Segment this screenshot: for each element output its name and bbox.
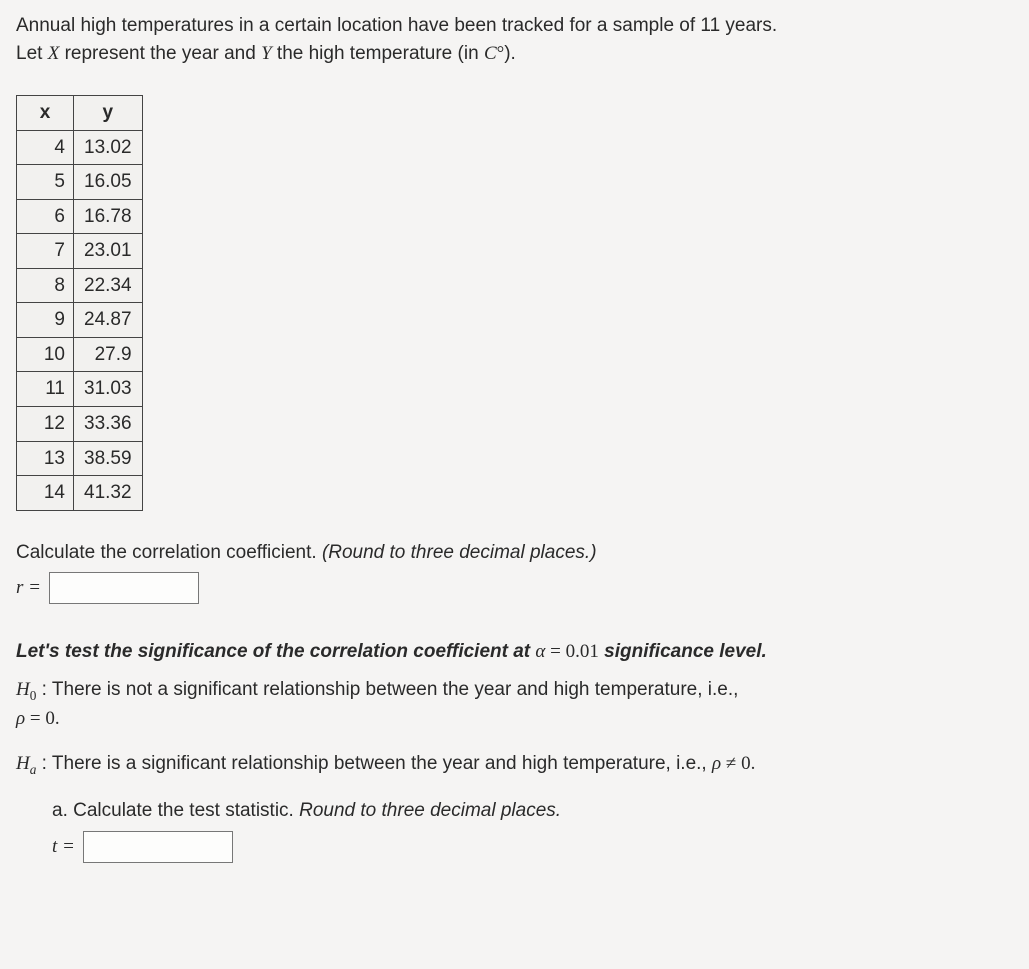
- part-a-label: a. Calculate the test statistic.: [52, 800, 299, 821]
- cell-x: 7: [17, 234, 74, 269]
- table-body: 413.02516.05616.78723.01822.34924.871027…: [17, 130, 143, 510]
- cell-x: 11: [17, 372, 74, 407]
- table-header-row: x y: [17, 96, 143, 131]
- alt-hypothesis: Ha : There is a significant relationship…: [16, 750, 1013, 779]
- cell-y: 41.32: [74, 476, 143, 511]
- correlation-prompt: Calculate the correlation coefficient. (…: [16, 539, 1013, 567]
- null-hypothesis: H0 : There is not a significant relation…: [16, 676, 1013, 733]
- h0-text: There is not a significant relationship …: [52, 679, 739, 700]
- corr-prompt-note: (Round to three decimal places.): [322, 542, 597, 563]
- cell-x: 8: [17, 268, 74, 303]
- col-header-y: y: [74, 96, 143, 131]
- col-header-x: x: [17, 96, 74, 131]
- significance-lead: Let's test the significance of the corre…: [16, 638, 1013, 666]
- corr-var: r =: [16, 574, 41, 602]
- var-y: Y: [261, 43, 272, 64]
- table-row: 1027.9: [17, 337, 143, 372]
- table-row: 822.34: [17, 268, 143, 303]
- part-a-prompt: a. Calculate the test statistic. Round t…: [52, 797, 1013, 825]
- cell-y: 16.05: [74, 165, 143, 200]
- cell-x: 9: [17, 303, 74, 338]
- h0-val: 0.: [45, 708, 59, 729]
- corr-prompt-text: Calculate the correlation coefficient.: [16, 542, 322, 563]
- t-statistic-input[interactable]: [83, 831, 233, 863]
- sig-lead-a: Let's test the significance of the corre…: [16, 641, 535, 662]
- correlation-answer-row: r =: [16, 572, 1013, 604]
- intro-line2-d: ).: [504, 43, 516, 64]
- h0-rho: ρ: [16, 708, 25, 729]
- h0-colon: :: [36, 679, 52, 700]
- cell-y: 27.9: [74, 337, 143, 372]
- cell-y: 24.87: [74, 303, 143, 338]
- table-row: 924.87: [17, 303, 143, 338]
- t-var: t =: [52, 833, 75, 861]
- cell-y: 31.03: [74, 372, 143, 407]
- table-row: 413.02: [17, 130, 143, 165]
- unit-c: C: [484, 43, 497, 64]
- table-row: 616.78: [17, 199, 143, 234]
- t-eq: =: [57, 836, 75, 857]
- sig-val: 0.01: [566, 641, 599, 662]
- corr-eq: =: [23, 577, 41, 598]
- table-row: 516.05: [17, 165, 143, 200]
- h0-eq: =: [25, 708, 45, 729]
- sig-eq: =: [545, 641, 565, 662]
- intro-line2-b: represent the year and: [59, 43, 261, 64]
- part-a-note: Round to three decimal places.: [299, 800, 561, 821]
- cell-y: 16.78: [74, 199, 143, 234]
- sig-lead-b: significance level.: [599, 641, 767, 662]
- ha-colon: :: [36, 753, 52, 774]
- cell-y: 38.59: [74, 441, 143, 476]
- intro-line2-c: the high temperature (in: [272, 43, 484, 64]
- cell-x: 13: [17, 441, 74, 476]
- sig-alpha: α: [535, 641, 545, 662]
- t-stat-answer-row: t =: [52, 831, 1013, 863]
- ha-val: 0.: [741, 753, 755, 774]
- table-row: 1131.03: [17, 372, 143, 407]
- cell-x: 14: [17, 476, 74, 511]
- table-row: 1233.36: [17, 407, 143, 442]
- cell-y: 33.36: [74, 407, 143, 442]
- intro-line2-a: Let: [16, 43, 48, 64]
- h0-sym: H: [16, 679, 30, 700]
- problem-intro: Annual high temperatures in a certain lo…: [16, 12, 1013, 67]
- intro-line1: Annual high temperatures in a certain lo…: [16, 15, 777, 36]
- ha-sym: H: [16, 753, 30, 774]
- part-a: a. Calculate the test statistic. Round t…: [16, 797, 1013, 863]
- cell-y: 23.01: [74, 234, 143, 269]
- cell-x: 5: [17, 165, 74, 200]
- cell-x: 10: [17, 337, 74, 372]
- cell-x: 4: [17, 130, 74, 165]
- cell-y: 22.34: [74, 268, 143, 303]
- table-row: 1441.32: [17, 476, 143, 511]
- cell-y: 13.02: [74, 130, 143, 165]
- cell-x: 12: [17, 407, 74, 442]
- table-row: 1338.59: [17, 441, 143, 476]
- data-table: x y 413.02516.05616.78723.01822.34924.87…: [16, 95, 143, 511]
- cell-x: 6: [17, 199, 74, 234]
- ha-neq: ≠: [721, 753, 741, 774]
- var-x: X: [48, 43, 60, 64]
- table-row: 723.01: [17, 234, 143, 269]
- ha-rho: ρ: [712, 753, 721, 774]
- ha-text: There is a significant relationship betw…: [52, 753, 712, 774]
- correlation-input[interactable]: [49, 572, 199, 604]
